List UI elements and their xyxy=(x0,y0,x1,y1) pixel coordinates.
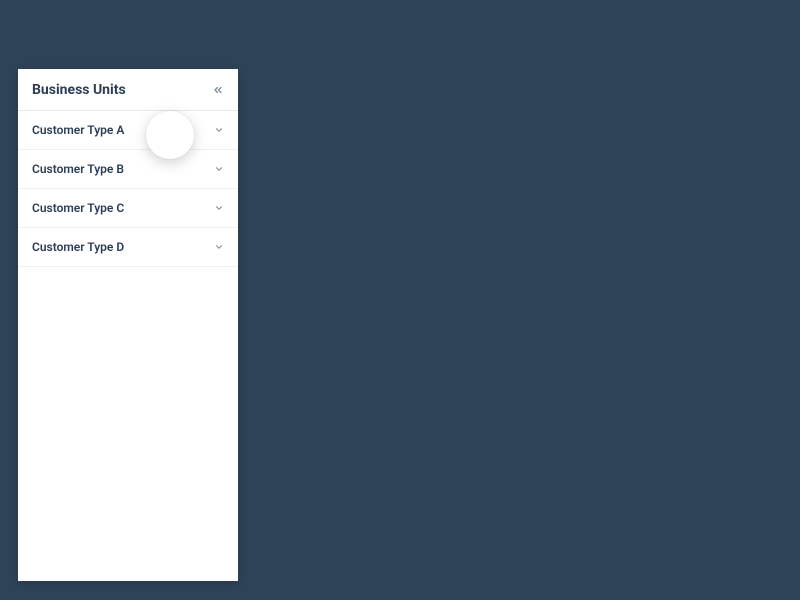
chevron-down-icon xyxy=(214,125,224,135)
sidebar-header: Business Units xyxy=(18,69,238,111)
sidebar-item-label: Customer Type A xyxy=(32,123,124,137)
sidebar-item-customer-type-b[interactable]: Customer Type B xyxy=(18,150,238,189)
sidebar-title: Business Units xyxy=(32,82,126,98)
chevron-down-icon xyxy=(214,242,224,252)
collapse-sidebar-icon[interactable] xyxy=(212,84,224,96)
sidebar-list: Customer Type A Customer Type B Customer… xyxy=(18,111,238,267)
sidebar-item-customer-type-d[interactable]: Customer Type D xyxy=(18,228,238,267)
sidebar-item-label: Customer Type B xyxy=(32,162,124,176)
sidebar-panel: Business Units Customer Type A Customer … xyxy=(18,69,238,581)
chevron-down-icon xyxy=(214,164,224,174)
sidebar-item-label: Customer Type D xyxy=(32,240,124,254)
sidebar-item-label: Customer Type C xyxy=(32,201,124,215)
chevron-down-icon xyxy=(214,203,224,213)
sidebar-item-customer-type-c[interactable]: Customer Type C xyxy=(18,189,238,228)
sidebar-item-customer-type-a[interactable]: Customer Type A xyxy=(18,111,238,150)
